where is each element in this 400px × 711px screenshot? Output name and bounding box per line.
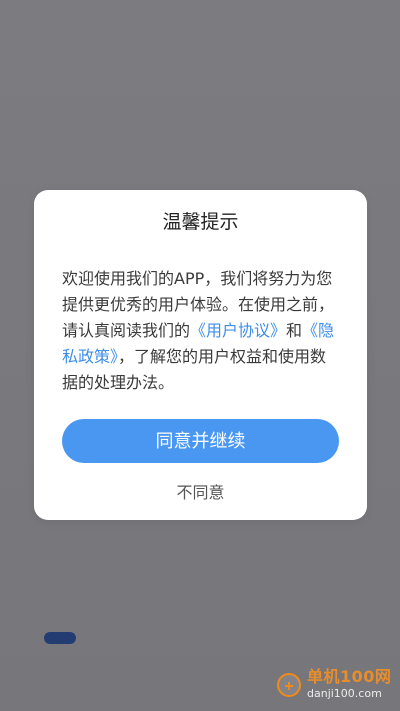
dialog-title: 温馨提示 [162, 211, 239, 233]
dialog-body: 欢迎使用我们的APP，我们将努力为您提供更优秀的用户体验。在使用之前，请认真阅读… [62, 266, 339, 396]
dialog-body-conjunction: 和 [286, 321, 303, 340]
user-agreement-link[interactable]: 《用户协议》 [190, 321, 286, 340]
modal-overlay: 温馨提示 欢迎使用我们的APP，我们将努力为您提供更优秀的用户体验。在使用之前，… [0, 0, 400, 711]
privacy-dialog: 温馨提示 欢迎使用我们的APP，我们将努力为您提供更优秀的用户体验。在使用之前，… [34, 190, 367, 520]
disagree-button[interactable]: 不同意 [170, 481, 230, 505]
agree-and-continue-button[interactable]: 同意并继续 [62, 419, 339, 463]
